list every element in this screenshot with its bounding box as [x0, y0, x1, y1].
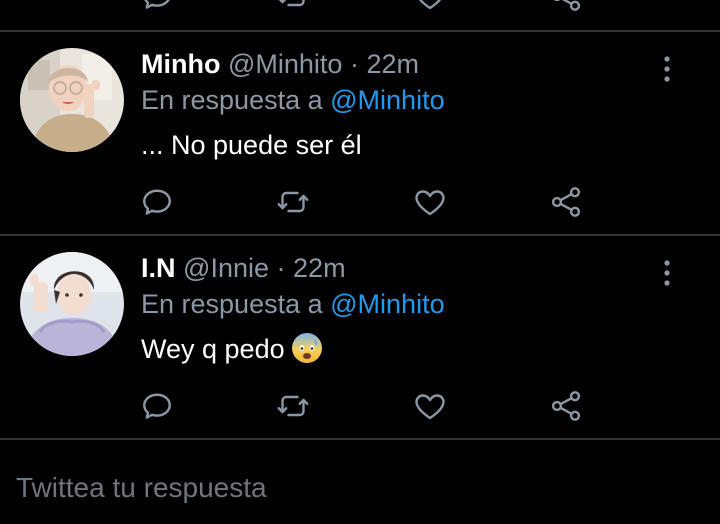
heart-icon[interactable]	[412, 184, 448, 220]
separator: ·	[349, 49, 359, 79]
avatar[interactable]	[20, 48, 124, 152]
share-icon[interactable]	[548, 388, 584, 424]
tweet[interactable]: I.N @Innie · 22m En respuesta a @Minhito…	[0, 252, 720, 456]
tweet-header: I.N @Innie · 22m	[141, 252, 346, 284]
divider	[0, 234, 720, 236]
user-handle[interactable]: @Minhito	[228, 49, 342, 79]
previous-tweet-actions	[0, 0, 720, 30]
user-handle[interactable]: @Innie	[183, 253, 269, 283]
more-options-icon[interactable]	[655, 258, 679, 288]
timestamp[interactable]: 22m	[293, 253, 346, 283]
reply-prefix: En respuesta a	[141, 85, 323, 115]
separator: ·	[276, 253, 286, 283]
tweet-header: Minho @Minhito · 22m	[141, 48, 419, 80]
heart-icon[interactable]	[412, 388, 448, 424]
anxious-face-emoji-icon	[291, 332, 323, 364]
tweet-text: ... No puede ser él	[141, 130, 362, 160]
tweet-text-container: Wey q pedo	[141, 332, 323, 366]
reply-icon[interactable]	[139, 388, 175, 424]
tweet[interactable]: Minho @Minhito · 22m En respuesta a @Min…	[0, 48, 720, 252]
share-icon[interactable]	[548, 184, 584, 220]
reply-mention[interactable]: @Minhito	[330, 289, 444, 319]
timestamp[interactable]: 22m	[366, 49, 419, 79]
reply-context: En respuesta a @Minhito	[141, 288, 445, 320]
retweet-icon[interactable]	[275, 184, 311, 220]
share-icon[interactable]	[548, 0, 584, 14]
reply-mention[interactable]: @Minhito	[330, 85, 444, 115]
display-name[interactable]: Minho	[141, 49, 220, 79]
reply-icon[interactable]	[139, 0, 175, 14]
reply-prefix: En respuesta a	[141, 289, 323, 319]
avatar[interactable]	[20, 252, 124, 356]
reply-composer	[0, 440, 720, 524]
reply-context: En respuesta a @Minhito	[141, 84, 445, 116]
heart-icon[interactable]	[412, 0, 448, 14]
reply-icon[interactable]	[139, 184, 175, 220]
retweet-icon[interactable]	[275, 388, 311, 424]
reply-input[interactable]	[16, 468, 696, 508]
display-name[interactable]: I.N	[141, 253, 176, 283]
tweet-text: Wey q pedo	[141, 334, 285, 364]
retweet-icon[interactable]	[275, 0, 311, 14]
divider	[0, 30, 720, 32]
more-options-icon[interactable]	[655, 54, 679, 84]
